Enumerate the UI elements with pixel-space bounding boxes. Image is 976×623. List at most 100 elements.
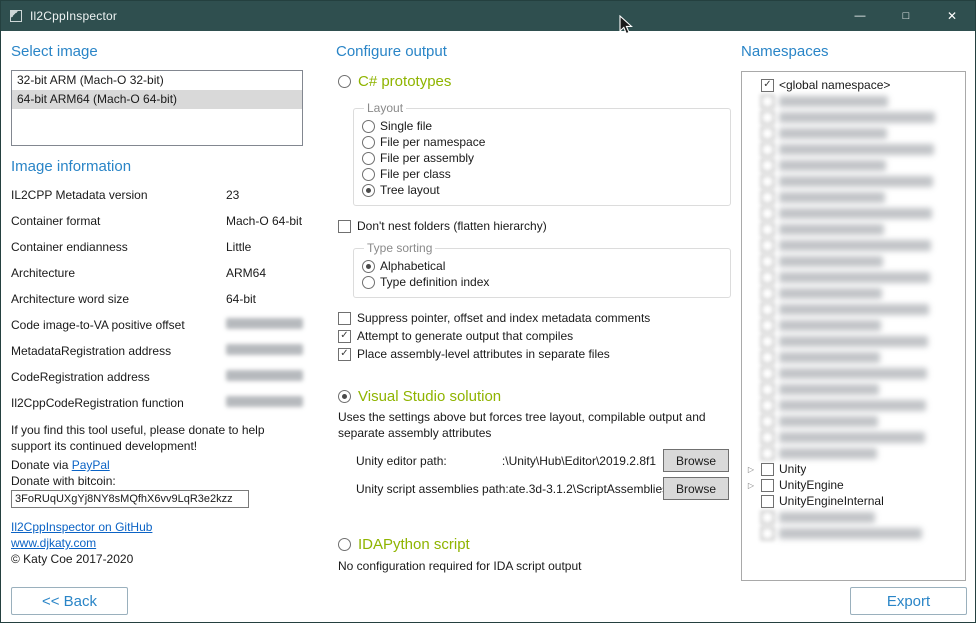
namespace-checkbox[interactable]: ✓ <box>761 175 774 188</box>
unity-editor-browse-button[interactable]: Browse <box>663 449 729 472</box>
namespaces-tree[interactable]: ▷ ✓ <global namespace> ▷ ✓ ▷ ✓ ▷ <box>741 71 966 581</box>
checkbox-icon[interactable]: ✓ <box>338 348 351 361</box>
output-option-checkbox[interactable]: ✓ Attempt to generate output that compil… <box>338 327 730 345</box>
namespace-item[interactable]: ▷ ✓ <box>746 189 961 205</box>
radio-icon[interactable] <box>362 168 375 181</box>
radio-icon[interactable] <box>338 75 351 88</box>
namespace-item[interactable]: ▷ ✓ <box>746 125 961 141</box>
namespace-item[interactable]: ▷ ✓ UnityEngine <box>746 477 961 493</box>
expander-icon[interactable]: ▷ <box>746 465 756 474</box>
checkbox-icon[interactable]: ✓ <box>338 312 351 325</box>
namespace-checkbox[interactable]: ✓ <box>761 383 774 396</box>
namespace-checkbox[interactable]: ✓ <box>761 143 774 156</box>
namespace-checkbox[interactable]: ✓ <box>761 303 774 316</box>
github-link[interactable]: Il2CppInspector on GitHub <box>11 520 152 534</box>
checkbox-icon[interactable]: ✓ <box>338 330 351 343</box>
namespace-checkbox[interactable]: ✓ <box>761 127 774 140</box>
namespace-checkbox[interactable]: ✓ <box>761 95 774 108</box>
namespace-item[interactable]: ▷ ✓ <box>746 205 961 221</box>
idapython-script-label[interactable]: IDAPython script <box>358 536 470 553</box>
namespace-item[interactable]: ▷ ✓ <box>746 445 961 461</box>
namespace-item[interactable]: ▷ ✓ <box>746 301 961 317</box>
image-list-item[interactable]: 32-bit ARM (Mach-O 32-bit) <box>12 71 302 90</box>
checkbox-icon[interactable]: ✓ <box>338 220 351 233</box>
namespace-item[interactable]: ▷ ✓ <box>746 429 961 445</box>
csharp-prototypes-radio[interactable]: C# prototypes <box>338 73 451 90</box>
namespace-checkbox[interactable]: ✓ <box>761 207 774 220</box>
namespace-item[interactable]: ▷ ✓ <box>746 269 961 285</box>
namespace-item[interactable]: ▷ ✓ <box>746 253 961 269</box>
expander-icon[interactable]: ▷ <box>746 481 756 490</box>
namespace-checkbox[interactable]: ✓ <box>761 431 774 444</box>
layout-radio-option[interactable]: File per assembly <box>362 150 722 166</box>
sorting-radio-option[interactable]: Alphabetical <box>362 258 722 274</box>
namespace-item[interactable]: ▷ ✓ UnityEngineInternal <box>746 493 961 509</box>
radio-icon[interactable] <box>362 276 375 289</box>
output-option-checkbox[interactable]: ✓ Place assembly-level attributes in sep… <box>338 345 730 363</box>
namespace-item[interactable]: ▷ ✓ <box>746 349 961 365</box>
namespace-item[interactable]: ▷ ✓ <box>746 525 961 541</box>
close-button[interactable]: ✕ <box>929 1 975 31</box>
visual-studio-solution-radio[interactable]: Visual Studio solution <box>338 388 501 405</box>
export-button[interactable]: Export <box>850 587 967 615</box>
namespace-item[interactable]: ▷ ✓ <box>746 365 961 381</box>
namespace-checkbox[interactable]: ✓ <box>761 255 774 268</box>
maximize-button[interactable]: □ <box>883 1 929 31</box>
namespace-item[interactable]: ▷ ✓ <box>746 93 961 109</box>
namespace-checkbox[interactable]: ✓ <box>761 367 774 380</box>
namespace-checkbox[interactable]: ✓ <box>761 447 774 460</box>
namespace-checkbox[interactable]: ✓ <box>761 191 774 204</box>
bitcoin-address-input[interactable] <box>11 490 249 508</box>
radio-icon[interactable] <box>362 120 375 133</box>
namespace-item[interactable]: ▷ ✓ <box>746 157 961 173</box>
namespace-checkbox[interactable]: ✓ <box>761 159 774 172</box>
namespace-item[interactable]: ▷ ✓ Unity <box>746 461 961 477</box>
namespace-checkbox[interactable]: ✓ <box>761 527 774 540</box>
flatten-hierarchy-checkbox[interactable]: ✓ Don't nest folders (flatten hierarchy) <box>338 219 547 233</box>
radio-icon[interactable] <box>338 390 351 403</box>
idapython-script-radio[interactable]: IDAPython script <box>338 536 470 553</box>
namespace-checkbox[interactable]: ✓ <box>761 351 774 364</box>
namespace-checkbox[interactable]: ✓ <box>761 111 774 124</box>
website-link[interactable]: www.djkaty.com <box>11 536 96 550</box>
namespace-item[interactable]: ▷ ✓ <box>746 397 961 413</box>
namespace-checkbox[interactable]: ✓ <box>761 495 774 508</box>
namespace-checkbox[interactable]: ✓ <box>761 463 774 476</box>
layout-radio-option[interactable]: Single file <box>362 118 722 134</box>
namespace-item[interactable]: ▷ ✓ <box>746 221 961 237</box>
namespace-item[interactable]: ▷ ✓ <box>746 285 961 301</box>
namespace-item[interactable]: ▷ ✓ <box>746 381 961 397</box>
namespace-item[interactable]: ▷ ✓ <box>746 509 961 525</box>
radio-icon[interactable] <box>362 152 375 165</box>
namespace-checkbox[interactable]: ✓ <box>761 415 774 428</box>
namespace-checkbox[interactable]: ✓ <box>761 223 774 236</box>
radio-icon[interactable] <box>362 136 375 149</box>
radio-icon[interactable] <box>362 184 375 197</box>
namespace-checkbox[interactable]: ✓ <box>761 511 774 524</box>
namespace-item[interactable]: ▷ ✓ <box>746 317 961 333</box>
namespace-item[interactable]: ▷ ✓ <box>746 333 961 349</box>
namespace-checkbox[interactable]: ✓ <box>761 271 774 284</box>
namespace-checkbox[interactable]: ✓ <box>761 335 774 348</box>
output-option-checkbox[interactable]: ✓ Suppress pointer, offset and index met… <box>338 309 730 327</box>
namespace-item[interactable]: ▷ ✓ <box>746 141 961 157</box>
namespace-checkbox[interactable]: ✓ <box>761 319 774 332</box>
titlebar[interactable]: Il2CppInspector — □ ✕ <box>1 1 975 31</box>
image-list-item[interactable]: 64-bit ARM64 (Mach-O 64-bit) <box>12 90 302 109</box>
namespace-item[interactable]: ▷ ✓ <box>746 109 961 125</box>
paypal-link[interactable]: PayPal <box>72 458 110 472</box>
namespace-checkbox[interactable]: ✓ <box>761 239 774 252</box>
csharp-prototypes-label[interactable]: C# prototypes <box>358 73 451 90</box>
minimize-button[interactable]: — <box>837 1 883 31</box>
layout-radio-option[interactable]: File per class <box>362 166 722 182</box>
radio-icon[interactable] <box>338 538 351 551</box>
image-listbox[interactable]: 32-bit ARM (Mach-O 32-bit) 64-bit ARM64 … <box>11 70 303 146</box>
sorting-radio-option[interactable]: Type definition index <box>362 274 722 290</box>
namespace-item[interactable]: ▷ ✓ <box>746 237 961 253</box>
namespace-checkbox[interactable]: ✓ <box>761 287 774 300</box>
layout-radio-option[interactable]: Tree layout <box>362 182 722 198</box>
radio-icon[interactable] <box>362 260 375 273</box>
layout-radio-option[interactable]: File per namespace <box>362 134 722 150</box>
namespace-item[interactable]: ▷ ✓ <box>746 413 961 429</box>
namespace-item[interactable]: ▷ ✓ <box>746 173 961 189</box>
